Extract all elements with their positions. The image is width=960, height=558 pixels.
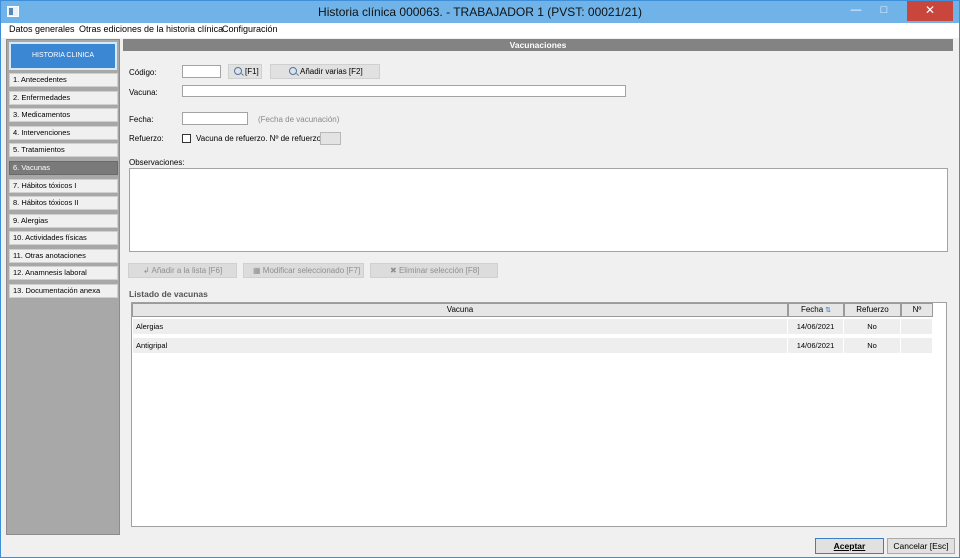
modify-selected-label: Modificar seleccionado [F7] [262, 266, 361, 275]
modify-selected-button[interactable]: ▦ Modificar seleccionado [F7] [243, 263, 364, 278]
close-button[interactable]: ✕ [907, 1, 953, 21]
table-row-1-refuerzo[interactable]: No [844, 338, 901, 355]
fecha-hint: (Fecha de vacunación) [258, 115, 340, 124]
sidebar-item-anamnesis-laboral[interactable]: 12. Anamnesis laboral [9, 266, 118, 280]
codigo-input[interactable] [182, 65, 221, 78]
vaccine-list-table: Vacuna Fecha ⇅ Refuerzo Nº Alergias 14/06… [131, 302, 947, 527]
menu-otras-ediciones[interactable]: Otras ediciones de la historia clínica [79, 24, 223, 34]
table-row-0-refuerzo[interactable]: No [844, 319, 901, 336]
table-row-1-fecha[interactable]: 14/06/2021 [788, 338, 844, 355]
search-icon [289, 67, 297, 75]
add-several-button[interactable]: Añadir varias [F2] [270, 64, 380, 79]
table-row-1-vacuna[interactable]: Antigripal [133, 338, 788, 355]
table-row-0-fecha[interactable]: 14/06/2021 [788, 319, 844, 336]
maximize-button[interactable]: □ [871, 1, 897, 21]
title-bar: Historia clínica 000063. - TRABAJADOR 1 … [1, 1, 959, 23]
vaccine-list-title: Listado de vacunas [129, 289, 208, 299]
application-window: Historia clínica 000063. - TRABAJADOR 1 … [0, 0, 960, 558]
sidebar-item-tratamientos[interactable]: 5. Tratamientos [9, 143, 118, 157]
table-row-0-vacuna[interactable]: Alergias [133, 319, 788, 336]
window-title: Historia clínica 000063. - TRABAJADOR 1 … [318, 5, 642, 19]
search-code-label: [F1] [245, 67, 259, 76]
sidebar-item-medicamentos[interactable]: 3. Medicamentos [9, 108, 118, 122]
sidebar-item-documentacion-anexa[interactable]: 13. Documentación anexa [9, 284, 118, 298]
column-header-fecha-label: Fecha [800, 305, 824, 314]
search-code-button[interactable]: [F1] [228, 64, 262, 79]
minimize-button[interactable]: — [843, 1, 869, 21]
table-row-1-numero[interactable] [901, 338, 933, 355]
vacuna-label: Vacuna: [129, 88, 158, 97]
delete-icon: ✖ [390, 266, 399, 275]
sidebar-item-vacunas[interactable]: 6. Vacunas [9, 161, 118, 175]
refuerzo-checkbox-label: Vacuna de refuerzo. Nº de refuerzo: [196, 134, 324, 143]
refuerzo-label: Refuerzo: [129, 134, 164, 143]
menu-datos-generales[interactable]: Datos generales [9, 24, 75, 34]
column-header-refuerzo[interactable]: Refuerzo [844, 303, 901, 317]
delete-selection-button[interactable]: ✖ Eliminar selección [F8] [370, 263, 498, 278]
sidebar-item-intervenciones[interactable]: 4. Intervenciones [9, 126, 118, 140]
column-header-numero[interactable]: Nº [901, 303, 933, 317]
menu-configuracion[interactable]: Configuración [222, 24, 278, 34]
fecha-input[interactable] [182, 112, 248, 125]
sidebar-item-habitos-toxicos-2[interactable]: 8. Hábitos tóxicos II [9, 196, 118, 210]
sidebar-header: HISTORIA CLINICA [9, 42, 117, 70]
vaccination-form: Código: [F1] Añadir varias [F2] Vacuna: … [123, 52, 953, 535]
sidebar-item-actividades-fisicas[interactable]: 10. Actividades físicas [9, 231, 118, 245]
add-to-list-button[interactable]: ↲ Añadir a la lista [F6] [128, 263, 237, 278]
menu-bar: Datos generales Otras ediciones de la hi… [1, 23, 959, 38]
column-header-fecha[interactable]: Fecha ⇅ [788, 303, 844, 317]
sort-icon: ⇅ [825, 307, 832, 314]
fecha-label: Fecha: [129, 115, 154, 124]
codigo-label: Código: [129, 68, 157, 77]
add-to-list-label: Añadir a la lista [F6] [151, 266, 223, 275]
edit-icon: ▦ [253, 266, 263, 275]
table-row-0-numero[interactable] [901, 319, 933, 336]
accept-button[interactable]: Aceptar [815, 538, 884, 554]
refuerzo-checkbox[interactable] [182, 134, 191, 143]
sidebar-item-enfermedades[interactable]: 2. Enfermedades [9, 91, 118, 105]
add-several-label: Añadir varias [F2] [300, 67, 363, 76]
sidebar-item-otras-anotaciones[interactable]: 11. Otras anotaciones [9, 249, 118, 263]
observaciones-label: Observaciones: [129, 158, 185, 167]
cancel-button[interactable]: Cancelar [Esc] [887, 538, 955, 554]
search-icon [234, 67, 242, 75]
column-header-vacuna[interactable]: Vacuna [132, 303, 788, 317]
section-title: Vacunaciones [123, 39, 953, 51]
refuerzo-number-field[interactable] [320, 132, 341, 145]
vacuna-input[interactable] [182, 85, 626, 97]
delete-selection-label: Eliminar selección [F8] [398, 266, 480, 275]
observaciones-textarea[interactable] [129, 168, 948, 252]
sidebar-item-antecedentes[interactable]: 1. Antecedentes [9, 73, 118, 87]
sidebar: HISTORIA CLINICA 1. Antecedentes 2. Enfe… [6, 39, 120, 535]
sidebar-item-alergias[interactable]: 9. Alergias [9, 214, 118, 228]
sidebar-item-habitos-toxicos-1[interactable]: 7. Hábitos tóxicos I [9, 179, 118, 193]
